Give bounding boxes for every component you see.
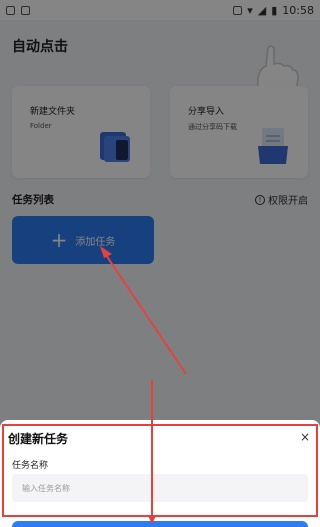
confirm-button[interactable] xyxy=(12,521,308,527)
close-icon[interactable]: × xyxy=(300,430,310,444)
task-name-input[interactable] xyxy=(12,474,308,502)
create-task-sheet: 创建新任务 × 任务名称 xyxy=(0,420,320,527)
sheet-title: 创建新任务 xyxy=(8,432,69,446)
task-name-label: 任务名称 xyxy=(12,461,49,471)
